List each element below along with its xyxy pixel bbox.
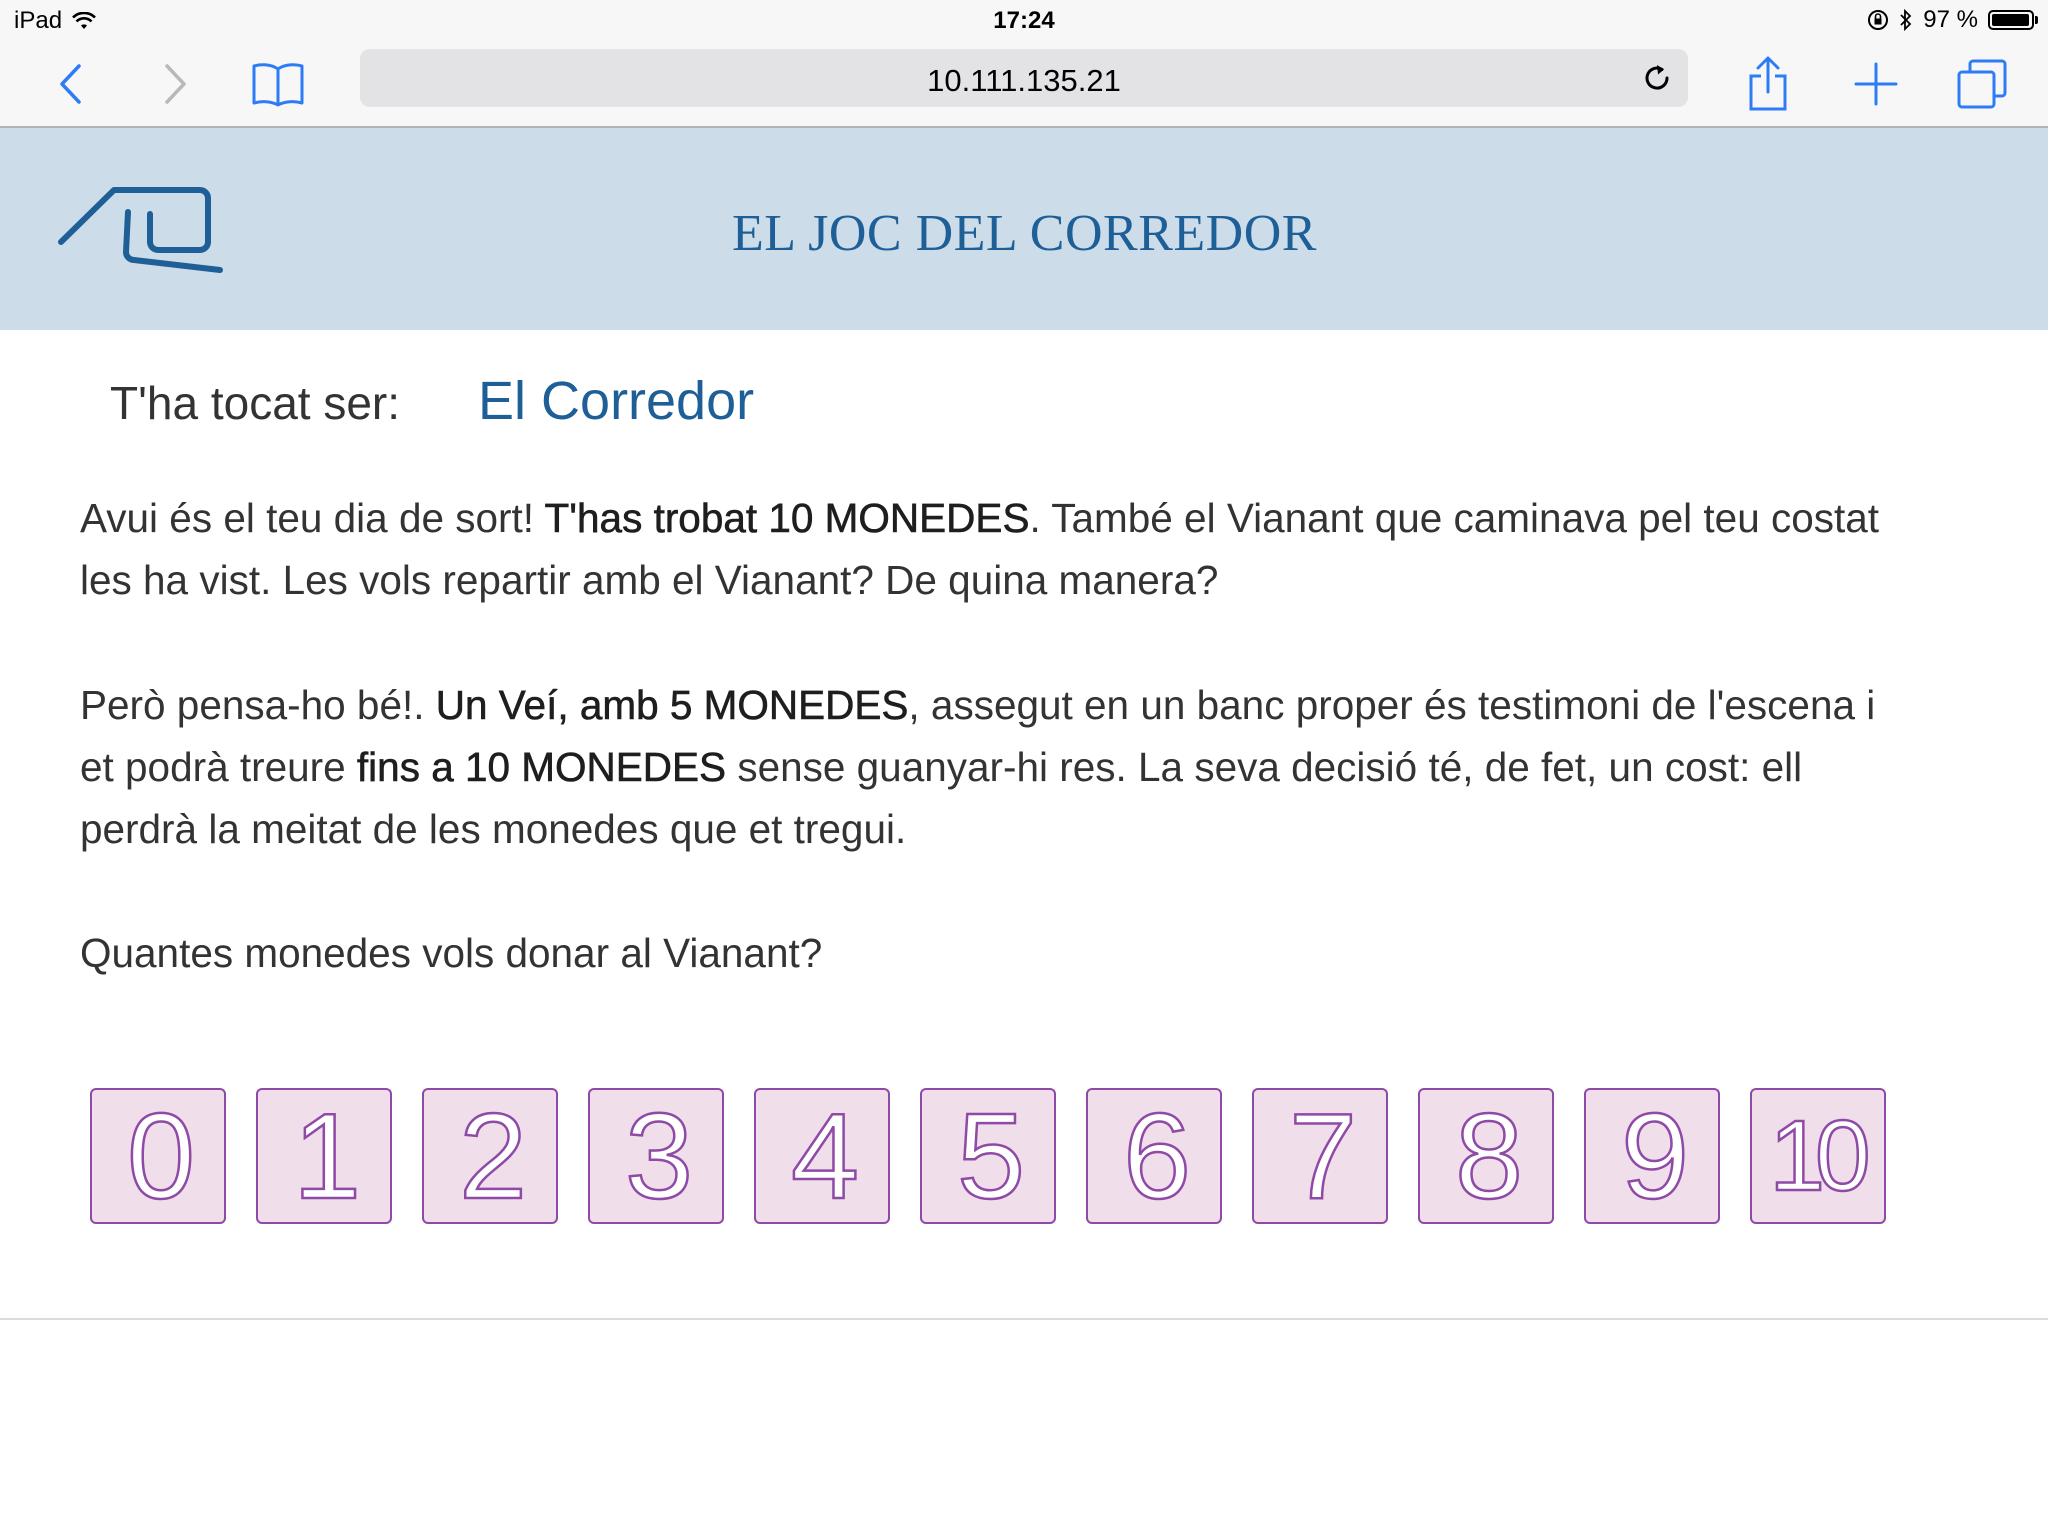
coin-button-label: 10: [1768, 1100, 1872, 1212]
coin-button-3[interactable]: 3: [588, 1088, 724, 1224]
intro-text-1: Avui és el teu dia de sort!: [80, 495, 545, 541]
role-value: El Corredor: [478, 371, 755, 431]
page-title: EL JOC DEL CORREDOR: [732, 205, 1317, 262]
coin-button-label: 4: [790, 1088, 860, 1224]
new-tab-button[interactable]: [1846, 54, 1906, 114]
coin-button-7[interactable]: 7: [1252, 1088, 1388, 1224]
divider: [0, 1318, 2048, 1320]
battery-percentage: 97 %: [1923, 6, 1978, 33]
forward-button[interactable]: [146, 54, 206, 114]
role-label: T'ha tocat ser:: [110, 377, 401, 429]
question-text: Quantes monedes vols donar al Vianant?: [80, 930, 823, 976]
warning-highlight-2: fins a 10 MONEDES: [356, 744, 727, 791]
plus-icon: [1854, 62, 1898, 106]
bluetooth-icon: [1900, 9, 1912, 31]
coin-button-2[interactable]: 2: [422, 1088, 558, 1224]
coin-button-1[interactable]: 1: [256, 1088, 392, 1224]
site-header: EL JOC DEL CORREDOR: [0, 128, 2048, 330]
chevron-right-icon: [165, 64, 186, 104]
coin-button-label: 3: [624, 1088, 694, 1224]
coin-button-0[interactable]: 0: [90, 1088, 226, 1224]
role-row: T'ha tocat ser: El Corredor: [110, 370, 754, 432]
reload-icon[interactable]: [1640, 61, 1674, 95]
back-button[interactable]: [40, 54, 100, 114]
coin-button-label: 0: [126, 1088, 196, 1224]
clock: 17:24: [993, 7, 1055, 34]
warning-highlight-1: Un Veí, amb 5 MONEDES: [435, 682, 909, 729]
coin-button-6[interactable]: 6: [1086, 1088, 1222, 1224]
orientation-lock-icon: [1868, 10, 1889, 30]
browser-toolbar: 10.111.135.21: [0, 40, 2048, 128]
url-text: 10.111.135.21: [927, 63, 1121, 98]
share-button[interactable]: [1738, 54, 1798, 114]
warning-paragraph: Però pensa-ho bé!. Un Veí, amb 5 MONEDES…: [80, 674, 1900, 860]
book-icon: [252, 63, 304, 107]
coin-button-label: 6: [1122, 1088, 1192, 1224]
coin-button-4[interactable]: 4: [754, 1088, 890, 1224]
chevron-left-icon: [60, 64, 81, 104]
coin-button-label: 2: [458, 1088, 528, 1224]
coin-button-label: 8: [1454, 1088, 1524, 1224]
intro-paragraph: Avui és el teu dia de sort! T'has trobat…: [80, 487, 1900, 611]
coin-choices: 0 1 2 3 4 5 6 7 8 9 10: [90, 1088, 1886, 1224]
coin-button-8[interactable]: 8: [1418, 1088, 1554, 1224]
tabs-button[interactable]: [1952, 54, 2012, 114]
bookmarks-button[interactable]: [248, 54, 308, 114]
coin-button-9[interactable]: 9: [1584, 1088, 1720, 1224]
warning-text-1: Però pensa-ho bé!.: [80, 682, 436, 728]
coin-button-label: 1: [292, 1088, 362, 1224]
share-icon: [1749, 56, 1787, 111]
coin-button-label: 5: [956, 1088, 1026, 1224]
battery-icon: [1988, 10, 2038, 30]
status-right: 97 %: [1867, 6, 2038, 34]
status-bar: iPad 17:24 97 %: [0, 0, 2048, 40]
coin-button-10[interactable]: 10: [1750, 1088, 1886, 1224]
coin-button-5[interactable]: 5: [920, 1088, 1056, 1224]
coin-button-label: 9: [1620, 1088, 1690, 1224]
coin-button-label: 7: [1288, 1088, 1358, 1224]
intro-highlight-1: T'has trobat 10 MONEDES: [544, 495, 1030, 542]
tabs-icon: [1957, 59, 2007, 109]
address-bar[interactable]: 10.111.135.21: [360, 49, 1688, 107]
